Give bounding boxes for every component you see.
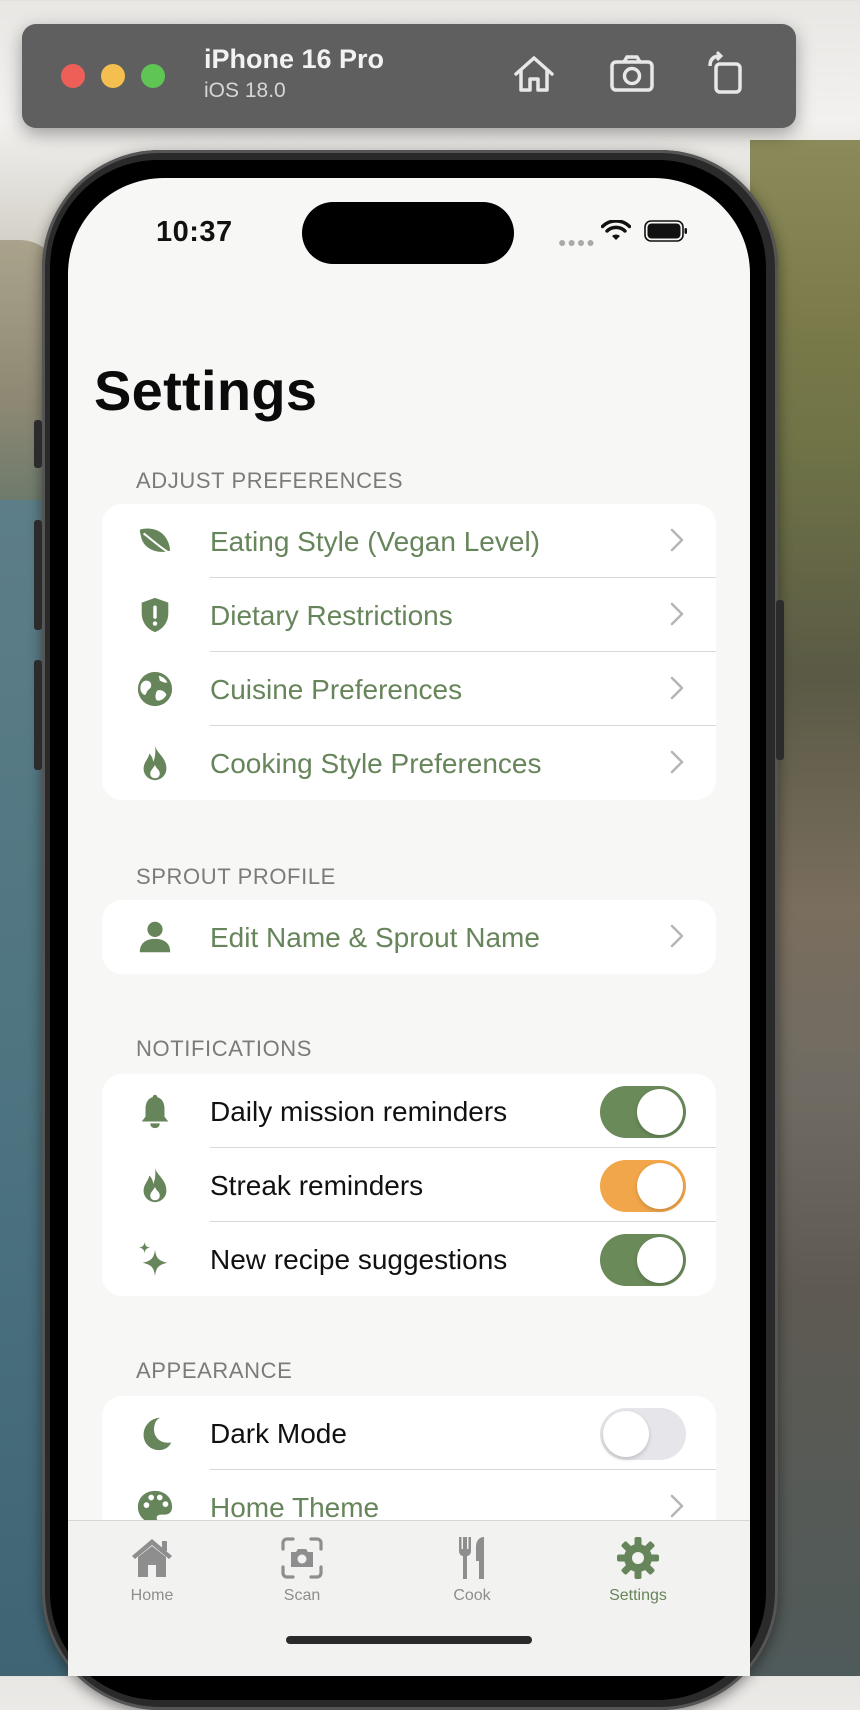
simulator-os-version: iOS 18.0 <box>204 79 286 102</box>
tab-label: Cook <box>453 1587 491 1604</box>
house-icon <box>129 1535 175 1581</box>
screenshot-icon[interactable] <box>608 50 656 98</box>
section-header-appearance: APPEARANCE <box>136 1358 293 1383</box>
bell-icon <box>136 1092 174 1130</box>
tab-cook[interactable]: Cook <box>422 1535 522 1605</box>
row-dietary-restrictions[interactable]: Dietary Restrictions <box>102 578 716 652</box>
zoom-window-button[interactable] <box>141 64 165 88</box>
section-header-notifications: NOTIFICATIONS <box>136 1036 313 1061</box>
row-daily-mission-reminders: Daily mission reminders <box>102 1074 716 1148</box>
row-label: Streak reminders <box>210 1170 424 1201</box>
profile-card: Edit Name & Sprout Name <box>102 900 716 974</box>
device-volume-up <box>34 520 42 630</box>
row-label: Eating Style (Vegan Level) <box>210 526 540 557</box>
shield-exclamation-icon <box>136 596 174 634</box>
chevron-right-icon <box>670 1494 684 1518</box>
tab-scan[interactable]: Scan <box>252 1535 352 1605</box>
row-cooking-style[interactable]: Cooking Style Preferences <box>102 726 716 800</box>
row-streak-reminders: Streak reminders <box>102 1148 716 1222</box>
toggle-knob <box>637 1163 683 1209</box>
sparkles-icon <box>136 1240 174 1278</box>
close-window-button[interactable] <box>61 64 85 88</box>
tab-label: Scan <box>283 1587 321 1604</box>
tab-home[interactable]: Home <box>102 1535 202 1605</box>
chevron-right-icon <box>670 924 684 948</box>
battery-icon <box>644 220 688 242</box>
simulator-toolbar: iPhone 16 Pro iOS 18.0 <box>22 24 796 128</box>
phone-screen: 10:37 ●●●● Settings ADJUST PREFERENCES E… <box>68 178 750 1676</box>
status-time: 10:37 <box>156 216 233 248</box>
row-eating-style[interactable]: Eating Style (Vegan Level) <box>102 504 716 578</box>
flame-icon <box>136 744 174 782</box>
gear-icon <box>615 1535 661 1581</box>
toggle-knob <box>637 1237 683 1283</box>
wifi-icon <box>600 219 632 242</box>
row-label: Cuisine Preferences <box>210 674 463 705</box>
recipe-suggestions-toggle[interactable] <box>600 1234 686 1286</box>
tab-label: Settings <box>609 1587 667 1604</box>
section-header-preferences: ADJUST PREFERENCES <box>136 468 404 493</box>
chevron-right-icon <box>670 676 684 700</box>
moon-icon <box>136 1414 174 1452</box>
home-indicator[interactable] <box>286 1636 532 1644</box>
flame-icon <box>136 1166 174 1204</box>
row-label: Cooking Style Preferences <box>210 748 542 779</box>
camera-scan-icon <box>279 1535 325 1581</box>
row-cuisine-preferences[interactable]: Cuisine Preferences <box>102 652 716 726</box>
toggle-knob <box>637 1089 683 1135</box>
cellular-signal-icon: ●●●● <box>558 234 596 250</box>
device-action-button <box>34 420 42 468</box>
row-label: Daily mission reminders <box>210 1096 508 1127</box>
section-header-profile: SPROUT PROFILE <box>136 864 336 889</box>
home-icon[interactable] <box>510 50 558 98</box>
dark-mode-toggle[interactable] <box>600 1408 686 1460</box>
chevron-right-icon <box>670 602 684 626</box>
device-power-button <box>776 600 784 760</box>
globe-icon <box>136 670 174 708</box>
daily-mission-toggle[interactable] <box>600 1086 686 1138</box>
tab-bar: Home Scan Cook Settings <box>68 1520 750 1676</box>
row-label: Dark Mode <box>210 1418 347 1449</box>
dynamic-island <box>302 202 514 264</box>
chevron-right-icon <box>670 750 684 774</box>
toggle-knob <box>603 1411 649 1457</box>
streak-reminders-toggle[interactable] <box>600 1160 686 1212</box>
minimize-window-button[interactable] <box>101 64 125 88</box>
page-title: Settings <box>94 359 318 422</box>
tab-settings[interactable]: Settings <box>588 1535 688 1605</box>
leaf-icon <box>136 522 174 560</box>
row-dark-mode: Dark Mode <box>102 1396 716 1470</box>
row-label: Edit Name & Sprout Name <box>210 922 540 953</box>
row-edit-name[interactable]: Edit Name & Sprout Name <box>102 900 716 974</box>
preferences-card: Eating Style (Vegan Level) Dietary Restr… <box>102 504 716 800</box>
row-label: New recipe suggestions <box>210 1244 508 1275</box>
device-volume-down <box>34 660 42 770</box>
notifications-card: Daily mission reminders Streak reminders… <box>102 1074 716 1296</box>
chevron-right-icon <box>670 528 684 552</box>
rotate-icon[interactable] <box>704 50 752 98</box>
row-label: Dietary Restrictions <box>210 600 453 631</box>
fork-knife-icon <box>449 1535 495 1581</box>
row-new-recipe-suggestions: New recipe suggestions <box>102 1222 716 1296</box>
tab-label: Home <box>130 1587 174 1604</box>
simulator-device-name: iPhone 16 Pro <box>204 44 385 74</box>
person-icon <box>136 918 174 956</box>
